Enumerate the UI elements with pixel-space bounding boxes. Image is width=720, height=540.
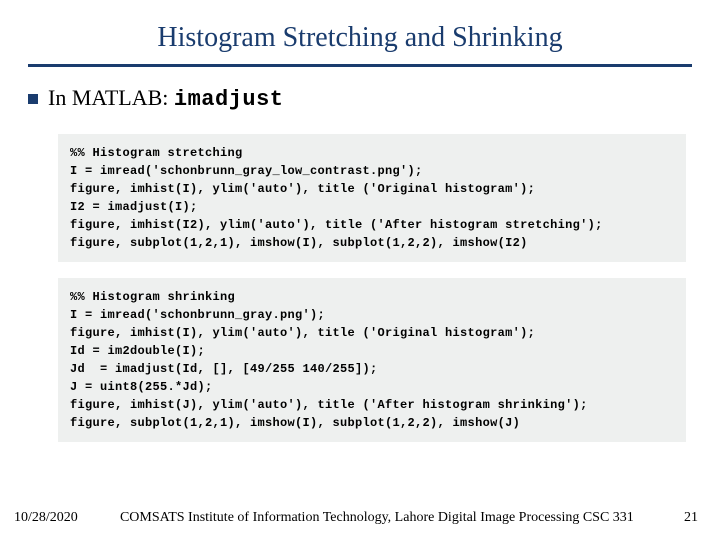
code-block-shrinking: %% Histogram shrinking I = imread('schon… (58, 278, 686, 442)
bullet-item: In MATLAB: imadjust (28, 85, 692, 112)
slide-footer: 10/28/2020 COMSATS Institute of Informat… (0, 510, 720, 526)
footer-institution: COMSATS Institute of Information Technol… (78, 510, 676, 526)
bullet-text: In MATLAB: imadjust (48, 85, 284, 112)
slide: Histogram Stretching and Shrinking In MA… (0, 0, 720, 540)
page-title: Histogram Stretching and Shrinking (28, 22, 692, 54)
bullet-lead: In MATLAB: (48, 85, 174, 110)
footer-page-number: 21 (676, 510, 698, 526)
footer-date: 10/28/2020 (6, 510, 78, 526)
code-block-stretching: %% Histogram stretching I = imread('scho… (58, 134, 686, 262)
square-bullet-icon (28, 94, 38, 104)
bullet-command: imadjust (174, 87, 284, 112)
title-divider (28, 64, 692, 67)
